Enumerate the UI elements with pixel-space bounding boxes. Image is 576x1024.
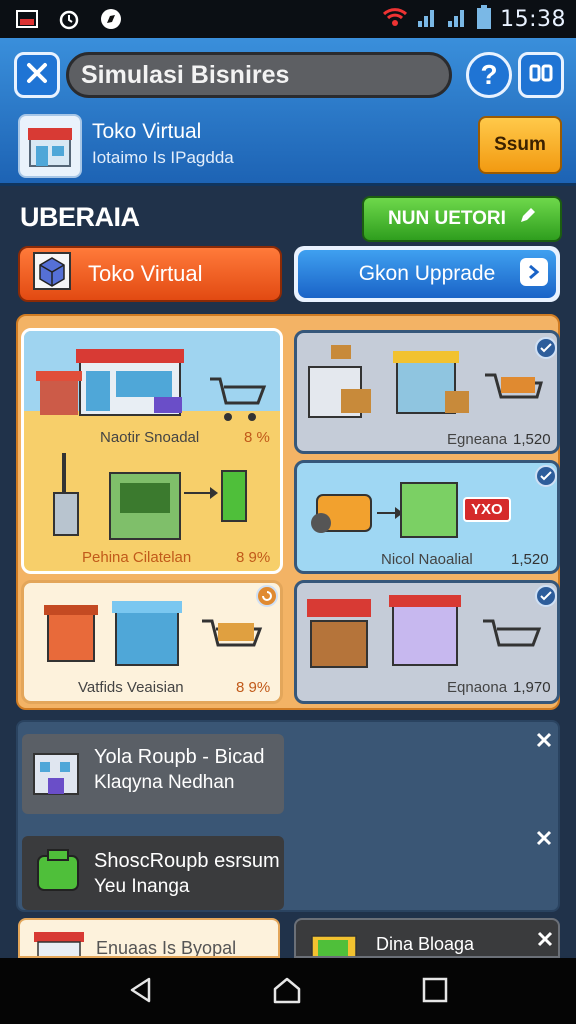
peek-left-title: Enuaas Is Byopal	[96, 938, 237, 958]
cube-icon	[30, 249, 74, 299]
status-bar: 15:38	[0, 0, 576, 38]
clock: 15:38	[500, 7, 566, 32]
card-1-top-label: Naotir Snoadal	[100, 429, 200, 446]
back-button[interactable]	[124, 976, 158, 1008]
recents-button[interactable]	[418, 976, 452, 1008]
menu-button[interactable]	[518, 52, 564, 98]
back-icon	[127, 976, 155, 1009]
card-5-value: 1,970	[513, 679, 551, 696]
dismiss-button[interactable]	[532, 828, 556, 852]
check-icon	[535, 465, 557, 487]
sound-button[interactable]: Ssum	[478, 116, 562, 174]
list-item-subtitle: Klaqyna Nedhan	[94, 772, 235, 793]
edit-icon	[518, 207, 536, 231]
card-3-badge: YXO	[463, 497, 511, 522]
alarm-icon	[56, 6, 82, 32]
tab-toko-label: Toko Virtual	[88, 261, 203, 286]
system-nav-bar	[0, 958, 576, 1024]
pos-terminal-illustration	[53, 453, 247, 540]
peek-right-title: Dina Bloaga	[376, 934, 475, 954]
box-icon	[310, 932, 360, 956]
close-icon	[25, 61, 49, 90]
card-4-label: Vatfids Veaisian	[78, 679, 184, 696]
warehouse-illustration	[308, 345, 543, 418]
building-icon	[30, 746, 82, 803]
business-card-store[interactable]: Naotir Snoadal 8 % Pehina Cilatelan 8 9%	[21, 328, 283, 574]
peek-card-left[interactable]: Enuaas Is Byopal	[18, 918, 280, 958]
market-illustration	[307, 595, 542, 668]
notification-list: Yola Roupb - Bicad Klaqyna Nedhan ShoscR…	[16, 720, 560, 912]
business-card-retail[interactable]: Vatfids Veaisian 8 9%	[21, 580, 283, 704]
list-item[interactable]: ShoscRoupb esrsum Yeu Inanga	[22, 836, 284, 910]
delivery-illustration	[311, 482, 458, 538]
page-title: Simulasi Bisnires	[66, 52, 452, 98]
info-subtitle: Iotaimo Is IPagdda	[92, 148, 234, 167]
card-1-bottom-label: Pehina Cilatelan	[82, 549, 192, 566]
list-item[interactable]: Yola Roupb - Bicad Klaqyna Nedhan	[22, 734, 284, 814]
home-icon	[272, 976, 302, 1009]
list-item-subtitle: Yeu Inanga	[94, 876, 190, 897]
check-icon	[535, 337, 557, 359]
list-item-title: ShoscRoupb esrsum	[94, 850, 280, 872]
business-grid: Naotir Snoadal 8 % Pehina Cilatelan 8 9%…	[16, 314, 560, 710]
check-icon	[535, 585, 557, 607]
recents-icon	[421, 976, 449, 1009]
shop-icon	[18, 114, 82, 178]
help-button[interactable]: ?	[466, 52, 512, 98]
signal-icon-2	[446, 5, 468, 34]
card-1-bottom-value: 8 9%	[236, 549, 271, 566]
green-button-label: NUN UETORI	[388, 208, 506, 229]
info-bar: Toko Virtual Iotaimo Is IPagdda Ssum	[0, 110, 576, 184]
list-item-title: Yola Roupb - Bicad	[94, 746, 265, 768]
battery-icon	[476, 4, 492, 35]
card-3-value: 1,520	[511, 551, 549, 568]
store-illustration	[24, 331, 280, 431]
help-icon: ?	[480, 59, 498, 90]
shop-icon	[34, 932, 84, 956]
app-header: Simulasi Bisnires ? Toko Virtual Iotaimo…	[0, 38, 576, 186]
signal-icon	[416, 5, 438, 34]
close-icon	[535, 829, 553, 852]
tab-upgrade[interactable]: Gkon Upprade	[294, 246, 560, 302]
close-button[interactable]	[14, 52, 60, 98]
refresh-icon	[256, 585, 278, 607]
card-2-value: 1,520	[513, 431, 551, 448]
green-action-button[interactable]: NUN UETORI	[362, 196, 562, 242]
card-2-label: Egneana	[447, 431, 508, 448]
close-icon[interactable]	[536, 930, 554, 953]
compass-icon	[98, 6, 124, 32]
menu-icon	[529, 63, 553, 88]
business-card-groceries[interactable]: Egneana 1,520	[294, 330, 560, 454]
section-title: UBERAIA	[20, 202, 140, 232]
gallery-icon	[14, 6, 40, 32]
retail-illustration	[44, 601, 263, 666]
home-button[interactable]	[270, 976, 304, 1008]
wifi-icon	[382, 6, 408, 33]
peek-card-right[interactable]: Dina Bloaga	[294, 918, 560, 958]
dismiss-button[interactable]	[532, 730, 556, 754]
tab-upgrade-label: Gkon Upprade	[358, 262, 496, 285]
close-icon	[535, 731, 553, 754]
info-title: Toko Virtual	[92, 120, 202, 143]
card-5-label: Eqnaona	[447, 679, 508, 696]
tab-toko-virtual[interactable]: Toko Virtual	[18, 246, 282, 302]
business-card-delivery[interactable]: YXO Nicol Naoalial 1,520	[294, 460, 560, 574]
box-icon	[32, 846, 84, 903]
business-card-market[interactable]: Eqnaona 1,970	[294, 580, 560, 704]
chevron-right-icon	[520, 258, 548, 286]
card-4-value: 8 9%	[236, 679, 271, 696]
card-1-top-value: 8 %	[244, 429, 270, 446]
card-3-label: Nicol Naoalial	[381, 551, 473, 568]
